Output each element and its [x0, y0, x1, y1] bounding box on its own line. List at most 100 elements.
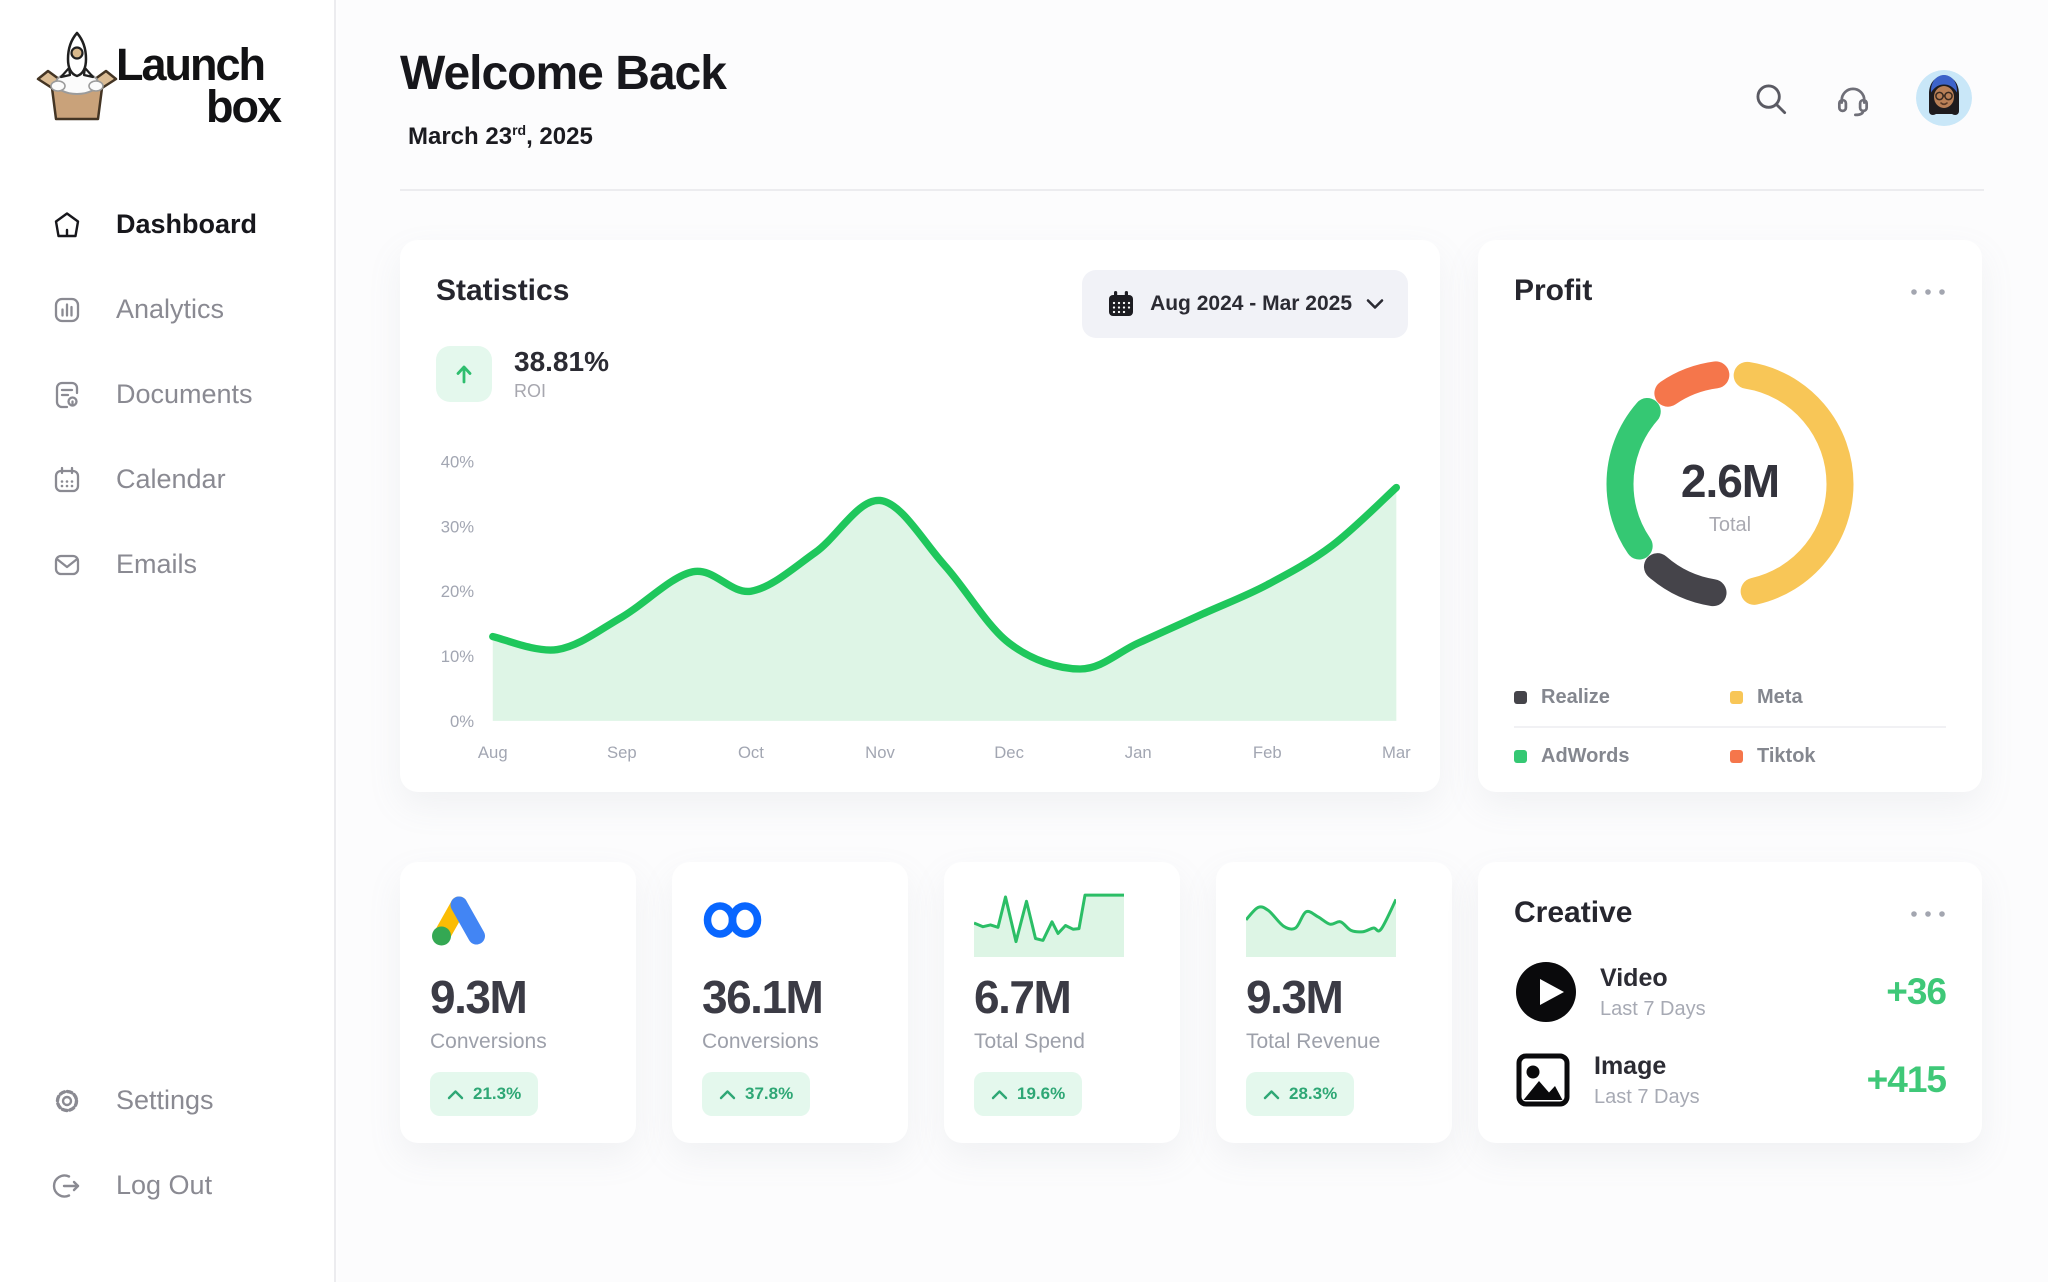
chevron-up-icon [1263, 1089, 1280, 1100]
stat-label: Conversions [702, 1030, 819, 1054]
creative-row-video[interactable]: Video Last 7 Days +36 [1514, 956, 1946, 1028]
legend-label: Tiktok [1757, 745, 1816, 768]
creative-row-delta: +415 [1867, 1059, 1946, 1101]
envelope-icon [52, 550, 82, 580]
trend-up-icon [436, 346, 492, 402]
stat-value: 9.3M [1246, 970, 1342, 1024]
y-axis-label: 40% [441, 452, 475, 471]
roi-area-fill [493, 488, 1397, 721]
sidebar: Launch box Dashboard Analytics Documents [0, 0, 336, 1282]
profit-menu-button[interactable] [1908, 284, 1948, 302]
x-axis-label: Nov [865, 743, 895, 762]
stat-card-total-spend: 6.7M Total Spend 19.6% [944, 862, 1180, 1143]
legend-item-meta: Meta [1730, 686, 1946, 709]
creative-row-subtitle: Last 7 Days [1594, 1086, 1845, 1109]
logout-icon [52, 1171, 82, 1201]
sidebar-item-calendar[interactable]: Calendar [0, 437, 334, 522]
statistics-card: Statistics Aug 2024 - Mar 2025 38.81% RO… [400, 240, 1440, 792]
creative-menu-button[interactable] [1908, 906, 1948, 924]
roi-area-chart: 0%10%20%30%40%AugSepOctNovDecJanFebMar [428, 438, 1412, 768]
legend-item-tiktok: Tiktok [1730, 745, 1946, 768]
brand: Launch box [30, 22, 320, 142]
creative-row-image[interactable]: Image Last 7 Days +415 [1514, 1044, 1946, 1116]
sidebar-item-label: Analytics [116, 294, 224, 325]
y-axis-label: 0% [450, 712, 474, 731]
search-button[interactable] [1748, 76, 1794, 122]
legend-label: Realize [1541, 686, 1610, 709]
profit-card: Profit 2.6M Total Realize Meta AdWords T… [1478, 240, 1982, 792]
legend-swatch [1730, 691, 1743, 704]
page-title: Welcome Back [400, 46, 726, 101]
creative-title: Creative [1514, 896, 1632, 930]
x-axis-label: Jan [1125, 743, 1152, 762]
sidebar-item-label: Log Out [116, 1170, 212, 1201]
statistics-title: Statistics [436, 274, 569, 308]
stat-label: Total Spend [974, 1030, 1085, 1054]
x-axis-label: Mar [1382, 743, 1411, 762]
header-divider [400, 189, 1984, 191]
sidebar-item-documents[interactable]: Documents [0, 352, 334, 437]
video-play-icon [1514, 960, 1578, 1024]
sidebar-item-analytics[interactable]: Analytics [0, 267, 334, 352]
legend-swatch [1730, 750, 1743, 763]
sidebar-item-label: Dashboard [116, 209, 257, 240]
sidebar-item-settings[interactable]: Settings [0, 1058, 334, 1143]
donut-center: 2.6M Total [1478, 454, 1982, 537]
user-avatar[interactable] [1916, 70, 1972, 126]
change-badge: 19.6% [974, 1072, 1082, 1116]
profit-total-label: Total [1478, 514, 1982, 537]
sidebar-footer: Settings Log Out [0, 1058, 334, 1228]
page-date: March 23rd, 2025 [408, 122, 593, 151]
sidebar-nav: Dashboard Analytics Documents Calendar E… [0, 182, 334, 607]
creative-card: Creative Video Last 7 Days +36 Image Las… [1478, 862, 1982, 1143]
x-axis-label: Dec [994, 743, 1024, 762]
stat-value: 36.1M [702, 970, 822, 1024]
google-ads-logo-icon [430, 888, 488, 952]
legend-label: AdWords [1541, 745, 1630, 768]
date-year: , 2025 [526, 123, 593, 150]
legend-swatch [1514, 691, 1527, 704]
profit-total-value: 2.6M [1478, 454, 1982, 508]
brand-line2: box [206, 86, 280, 128]
ellipsis-icon [1908, 909, 1948, 919]
sidebar-item-dashboard[interactable]: Dashboard [0, 182, 334, 267]
image-icon [1514, 1051, 1572, 1109]
creative-row-delta: +36 [1886, 971, 1946, 1013]
roi-summary: 38.81% ROI [436, 346, 609, 402]
calendar-icon [52, 465, 82, 495]
change-value: 19.6% [1017, 1084, 1065, 1104]
creative-row-title: Image [1594, 1052, 1845, 1081]
stat-label: Conversions [430, 1030, 547, 1054]
y-axis-label: 10% [441, 647, 475, 666]
headset-icon [1834, 80, 1872, 118]
sidebar-item-label: Documents [116, 379, 253, 410]
sidebar-item-logout[interactable]: Log Out [0, 1143, 334, 1228]
y-axis-label: 20% [441, 582, 475, 601]
date-ordinal: rd [512, 122, 526, 138]
chevron-down-icon [1366, 298, 1384, 310]
creative-row-title: Video [1600, 964, 1864, 993]
ellipsis-icon [1908, 287, 1948, 297]
change-value: 28.3% [1289, 1084, 1337, 1104]
x-axis-label: Oct [738, 743, 764, 762]
chevron-up-icon [991, 1089, 1008, 1100]
support-button[interactable] [1830, 76, 1876, 122]
stat-card-total-revenue: 9.3M Total Revenue 28.3% [1216, 862, 1452, 1143]
date-range-selector[interactable]: Aug 2024 - Mar 2025 [1082, 270, 1408, 338]
chevron-up-icon [447, 1089, 464, 1100]
revenue-sparkline-chart [1246, 888, 1396, 952]
home-icon [52, 210, 82, 240]
spend-sparkline-chart [974, 888, 1124, 952]
document-icon [52, 380, 82, 410]
sidebar-item-label: Settings [116, 1085, 214, 1116]
stat-label: Total Revenue [1246, 1030, 1380, 1054]
brand-line1: Launch [116, 44, 280, 86]
avatar-memoji [1916, 70, 1972, 126]
stat-card-meta: 36.1M Conversions 37.8% [672, 862, 908, 1143]
sidebar-item-emails[interactable]: Emails [0, 522, 334, 607]
change-value: 21.3% [473, 1084, 521, 1104]
legend-label: Meta [1757, 686, 1803, 709]
date-range-label: Aug 2024 - Mar 2025 [1150, 292, 1352, 316]
roi-label: ROI [514, 381, 609, 402]
profit-title: Profit [1514, 274, 1592, 308]
